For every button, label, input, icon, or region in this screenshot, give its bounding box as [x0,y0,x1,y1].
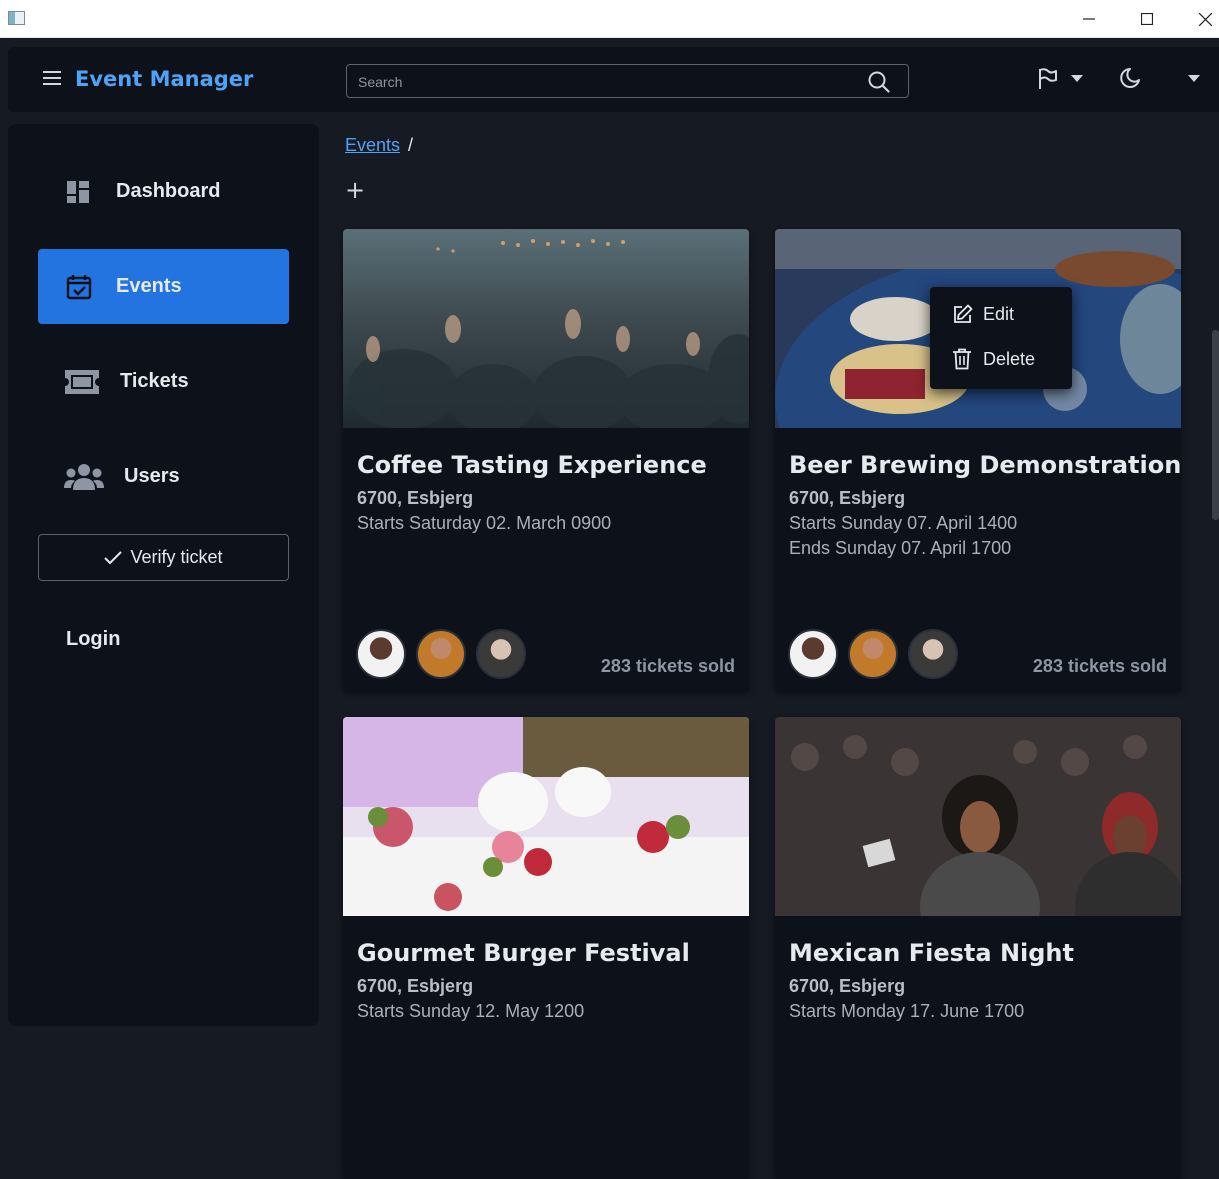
tickets-sold: 283 tickets sold [1032,656,1167,676]
minimize-button[interactable] [1066,0,1112,38]
event-end: Ends Sunday 07. April 1700 [789,538,1012,558]
account-dropdown-caret[interactable] [1188,75,1200,82]
avatar [476,629,526,679]
app-icon [8,11,25,25]
event-location: 6700, Esbjerg [357,976,474,996]
maximize-icon [1141,13,1153,25]
language-dropdown-caret[interactable] [1071,75,1083,82]
event-image-crowd [775,717,1181,916]
edit-label: Edit [983,303,1015,324]
event-start: Starts Sunday 07. April 1400 [789,513,1018,533]
event-start: Starts Saturday 02. March 0900 [357,513,612,533]
breadcrumb: Events / [345,135,413,156]
sidebar-item-label: Dashboard [116,180,221,202]
search-box[interactable] [346,64,909,98]
event-location: 6700, Esbjerg [789,976,906,996]
sidebar-item-label: Users [124,465,180,487]
event-card[interactable]: Coffee Tasting Experience 6700, Esbjerg … [343,229,749,691]
edit-icon [954,304,973,323]
avatar [788,629,838,679]
verify-ticket-label: Verify ticket [130,547,223,567]
minimize-icon [1083,18,1095,20]
event-location: 6700, Esbjerg [357,488,474,508]
event-title: Coffee Tasting Experience [357,451,707,479]
search-input[interactable] [358,72,858,92]
sidebar-item-events[interactable]: Events [38,249,289,324]
breadcrumb-events-link[interactable]: Events [345,135,400,155]
maximize-button[interactable] [1124,0,1170,38]
event-start: Starts Monday 17. June 1700 [789,1001,1025,1021]
delete-menu-item[interactable]: Delete [930,337,1072,381]
event-image-banquet [343,717,749,916]
verify-ticket-button[interactable]: Verify ticket [38,534,289,581]
sidebar-item-users[interactable]: Users [38,439,289,514]
moon-icon[interactable] [1119,67,1141,89]
menu-icon[interactable] [43,71,61,85]
login-link[interactable]: Login [66,628,120,651]
app-title[interactable]: Event Manager [75,67,253,91]
event-image-concert [343,229,749,428]
add-event-button[interactable]: + [345,178,365,202]
tickets-sold: 283 tickets sold [600,656,735,676]
avatar [416,629,466,679]
event-title: Beer Brewing Demonstration [789,451,1181,479]
event-start: Starts Sunday 12. May 1200 [357,1001,585,1021]
checkmark-icon [104,550,123,564]
avatar [908,629,958,679]
main-scrollbar[interactable] [1212,330,1219,520]
avatar [356,629,406,679]
sidebar-item-label: Tickets [120,370,189,392]
dashboard-icon [67,180,89,203]
ticket-icon [65,369,99,394]
event-title: Mexican Fiesta Night [789,939,1074,967]
close-button[interactable] [1182,0,1219,38]
app-header: Event Manager [8,47,1219,112]
event-context-menu: Edit Delete [930,287,1072,389]
sidebar-item-tickets[interactable]: Tickets [38,344,289,419]
sidebar-item-label: Events [116,275,182,297]
event-location: 6700, Esbjerg [789,488,906,508]
avatar [848,629,898,679]
event-title: Gourmet Burger Festival [357,939,690,967]
sidebar-item-dashboard[interactable]: Dashboard [38,154,289,229]
trash-icon [953,348,971,370]
close-icon [1198,12,1212,26]
sidebar: Dashboard Events Tickets Users Verify ti… [8,124,319,1026]
breadcrumb-separator: / [408,135,414,155]
flag-icon[interactable] [1037,67,1059,91]
users-icon [64,463,104,490]
event-card[interactable]: Gourmet Burger Festival 6700, Esbjerg St… [343,717,749,1179]
event-card[interactable]: Mexican Fiesta Night 6700, Esbjerg Start… [775,717,1181,1179]
delete-label: Delete [983,348,1036,369]
edit-menu-item[interactable]: Edit [930,292,1072,336]
calendar-icon [66,274,92,299]
window-titlebar [0,0,1219,38]
search-icon[interactable] [868,71,890,93]
